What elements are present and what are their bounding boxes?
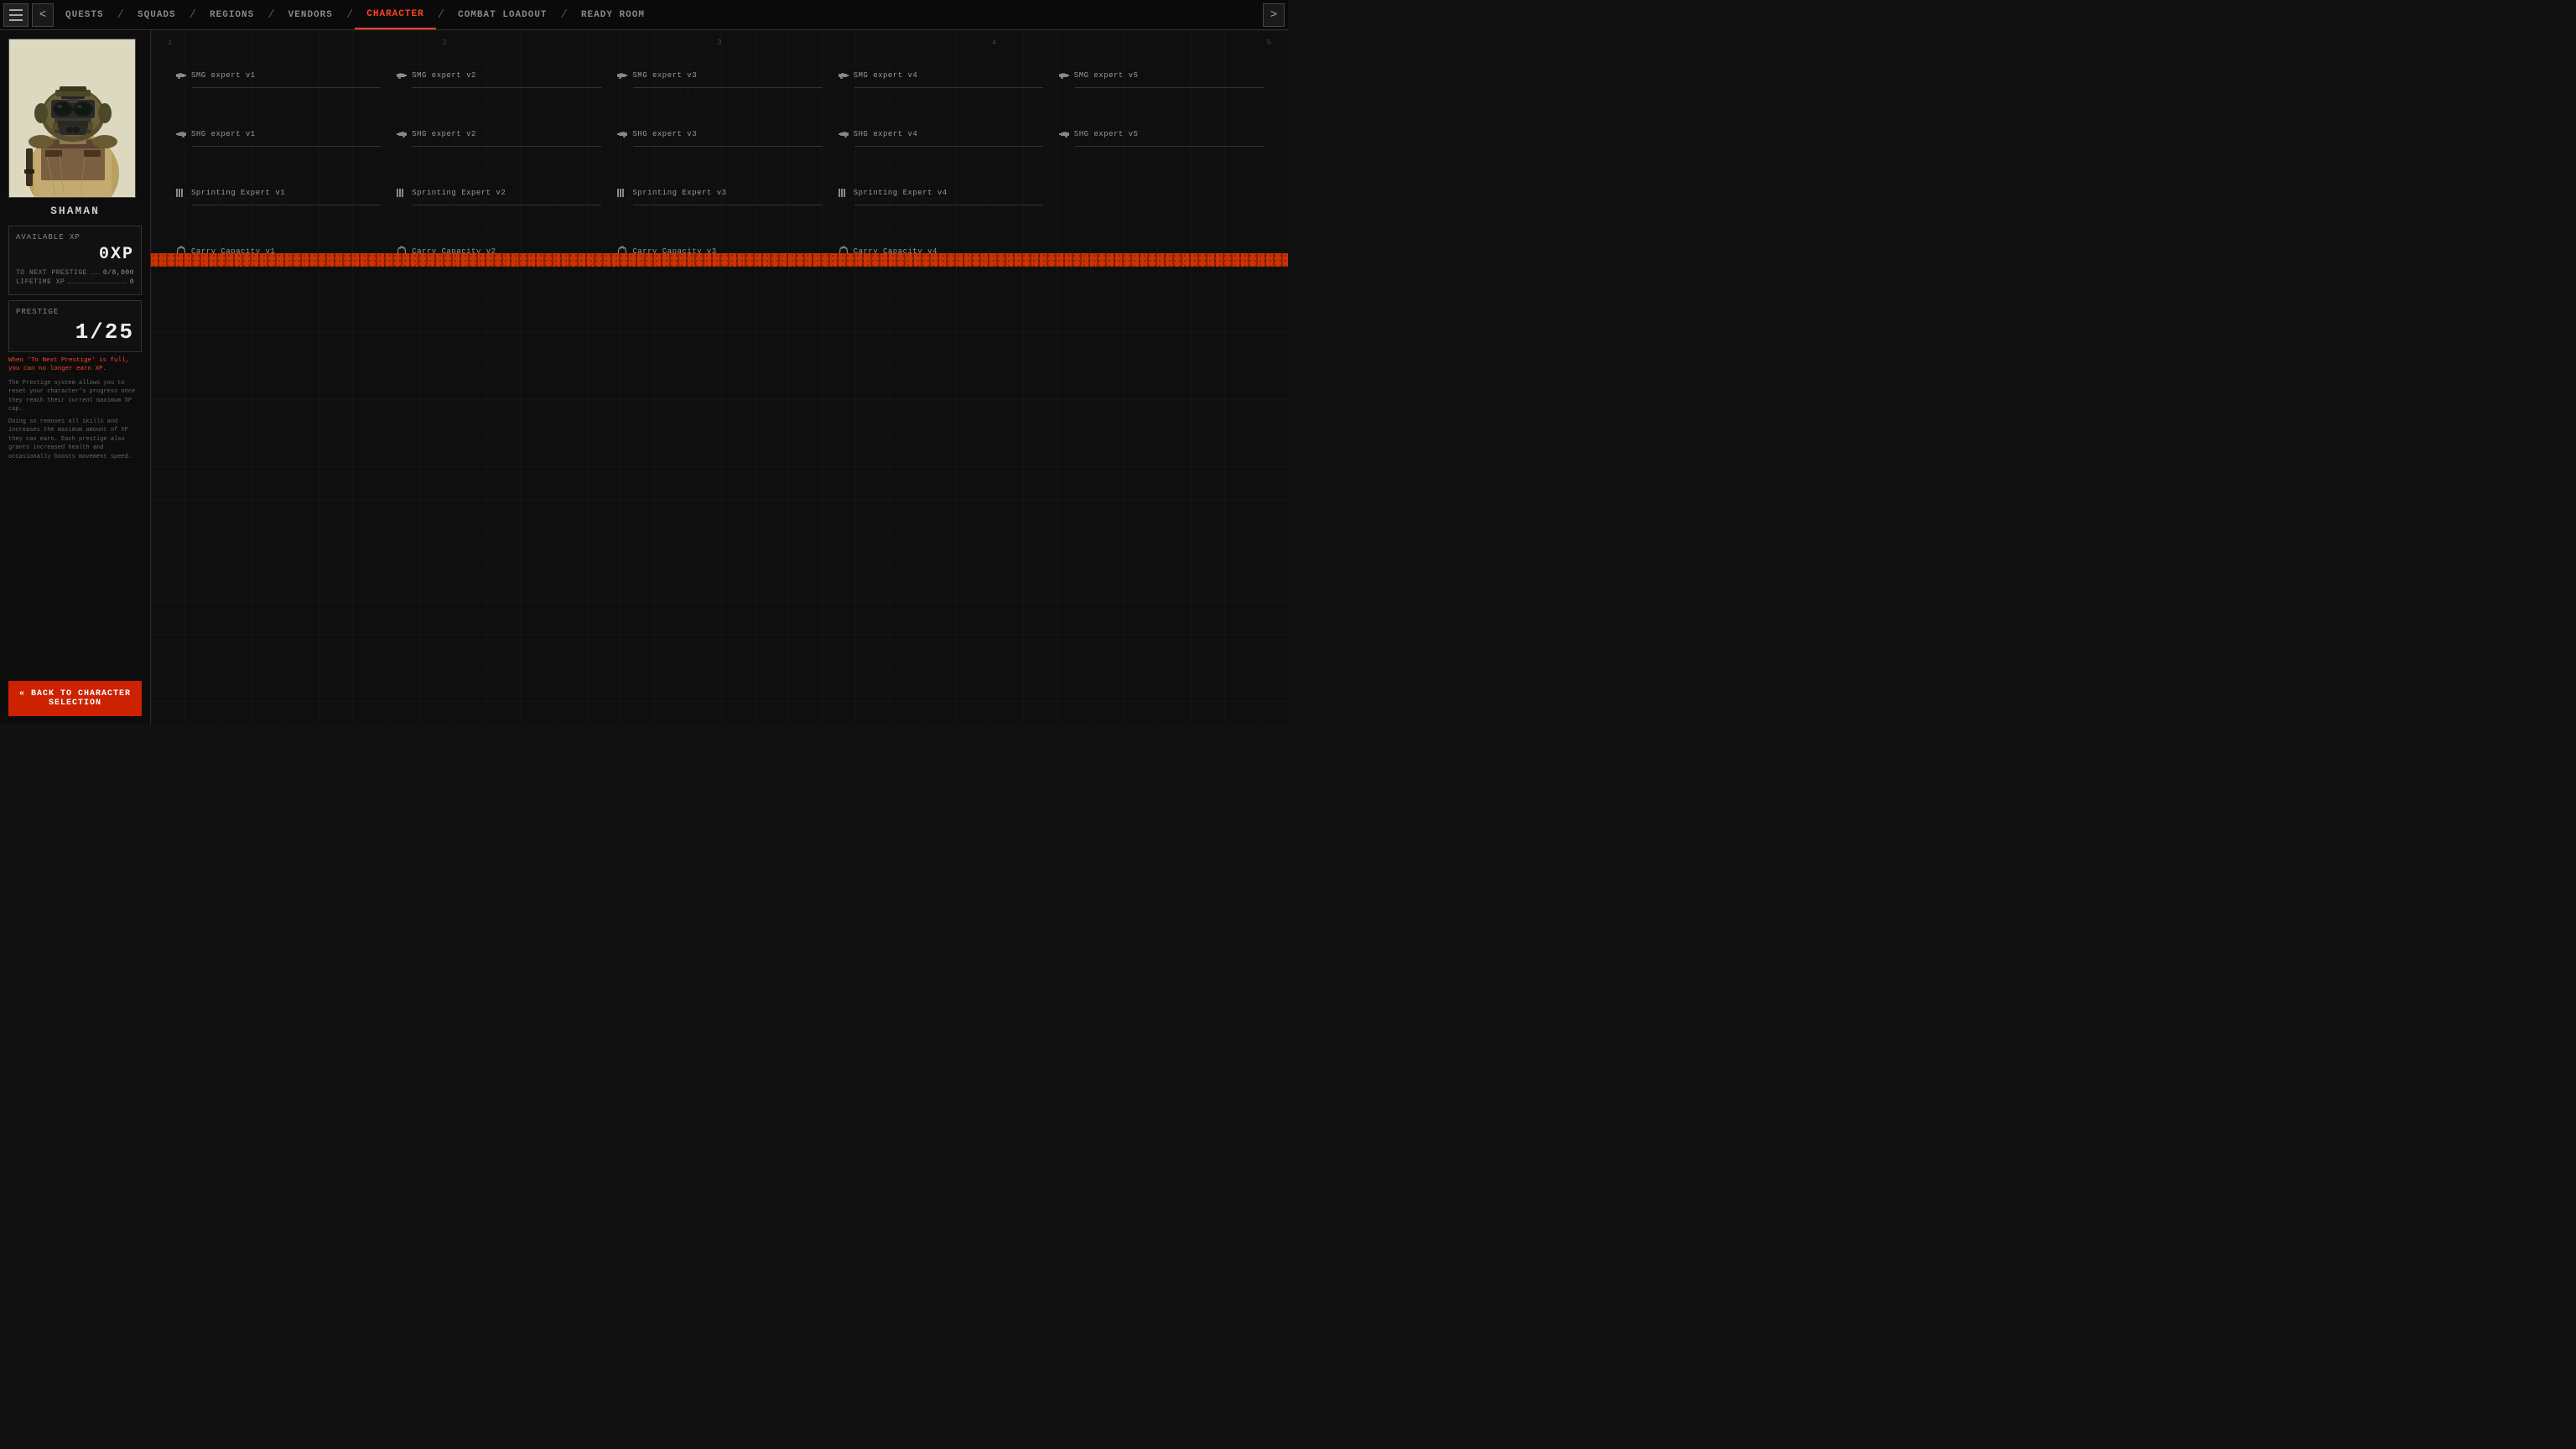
- nav-item-combat-loadout[interactable]: COMBAT LOADOUT: [446, 0, 558, 29]
- shg-icon: [175, 128, 187, 140]
- sprinting-expert-row: Sprinting Expert v1 Sprinting: [168, 173, 1271, 211]
- nav-separator: /: [438, 8, 444, 22]
- sprint-icon: [616, 187, 628, 199]
- nav-separator: /: [190, 8, 196, 22]
- skill-sprint-v4-label: Sprinting Expert v4: [854, 189, 948, 197]
- skill-smg-v2[interactable]: SMG expert v2: [388, 55, 609, 94]
- skill-shg-v1[interactable]: SHG expert v1: [168, 114, 388, 153]
- portrait-svg: [9, 39, 136, 198]
- smg-icon: [616, 70, 628, 81]
- skill-shg-v1-label: SHG expert v1: [191, 130, 256, 138]
- shg-icon: [616, 128, 628, 140]
- main-layout: SHAMAN AVAILABLE XP 0XP TO NEXT PRESTIGE…: [0, 30, 1288, 724]
- smg-icon: [1058, 70, 1070, 81]
- skill-smg-v4-label: SMG expert v4: [854, 71, 918, 80]
- character-portrait: [8, 39, 136, 198]
- skill-sprint-v1[interactable]: Sprinting Expert v1: [168, 173, 388, 211]
- xp-to-next-prestige-row: TO NEXT PRESTIGE 0/8,000: [16, 269, 134, 277]
- smg-expert-row: SMG expert v1 SMG expert v2: [168, 55, 1271, 94]
- back-to-character-selection-button[interactable]: « BACK TO CHARACTER SELECTION: [8, 681, 142, 716]
- nav-item-ready-room[interactable]: READY ROOM: [569, 0, 657, 29]
- sprint-icon: [396, 187, 408, 199]
- skill-smg-v2-label: SMG expert v2: [412, 71, 476, 80]
- nav-separator: /: [346, 8, 353, 22]
- sprint-icon: [175, 187, 187, 199]
- xp-section: AVAILABLE XP 0XP TO NEXT PRESTIGE 0/8,00…: [8, 226, 142, 295]
- shg-icon: [396, 128, 408, 140]
- skill-shg-v3-label: SHG expert v3: [632, 130, 697, 138]
- nav-separator: /: [561, 8, 568, 22]
- skill-shg-v5[interactable]: SHG expert v5: [1051, 114, 1271, 153]
- smg-icon: [396, 70, 408, 81]
- nav-item-squads[interactable]: SQUADS: [126, 0, 188, 29]
- nav-item-quests[interactable]: QUESTS: [54, 0, 116, 29]
- nav-item-vendors[interactable]: VENDORS: [277, 0, 345, 29]
- xp-label: AVAILABLE XP: [16, 233, 134, 242]
- skill-smg-v1-label: SMG expert v1: [191, 71, 256, 80]
- skill-sprint-v3-label: Sprinting Expert v3: [632, 189, 726, 197]
- nav-items: QUESTS / SQUADS / REGIONS / VENDORS / CH…: [54, 0, 1263, 29]
- nav-item-regions[interactable]: REGIONS: [198, 0, 266, 29]
- skill-shg-v4[interactable]: SHG expert v4: [830, 114, 1051, 153]
- xp-lifetime-row: LIFETIME XP 0: [16, 278, 134, 286]
- character-name: SHAMAN: [8, 205, 142, 217]
- shg-expert-row: SHG expert v1 SHG expert v2: [168, 114, 1271, 153]
- skill-shg-v2[interactable]: SHG expert v2: [388, 114, 609, 153]
- prestige-warning: When 'To Next Prestige' is full, you can…: [8, 357, 142, 374]
- prestige-value: 1/25: [16, 319, 134, 345]
- skill-smg-v3[interactable]: SMG expert v3: [609, 55, 829, 94]
- smg-icon: [175, 70, 187, 81]
- shg-icon: [1058, 128, 1070, 140]
- shg-icon: [838, 128, 849, 140]
- skill-sprint-v3[interactable]: Sprinting Expert v3: [609, 173, 829, 211]
- skill-shg-v3[interactable]: SHG expert v3: [609, 114, 829, 153]
- prestige-desc1: The Prestige system allows you to reset …: [8, 379, 142, 414]
- top-navigation: < QUESTS / SQUADS / REGIONS / VENDORS / …: [0, 0, 1288, 30]
- skill-sprint-v4[interactable]: Sprinting Expert v4: [830, 173, 1051, 211]
- skill-sprint-v2[interactable]: Sprinting Expert v2: [388, 173, 609, 211]
- nav-next-arrow[interactable]: >: [1263, 3, 1285, 27]
- skill-smg-v3-label: SMG expert v3: [632, 71, 697, 80]
- left-panel: SHAMAN AVAILABLE XP 0XP TO NEXT PRESTIGE…: [0, 30, 151, 724]
- prestige-section: PRESTIGE 1/25: [8, 300, 142, 352]
- skill-smg-v4[interactable]: SMG expert v4: [830, 55, 1051, 94]
- skills-content: 1 2 3 4 5 SMG expert v1: [151, 30, 1288, 285]
- skill-sprint-v2-label: Sprinting Expert v2: [412, 189, 506, 197]
- nav-prev-arrow[interactable]: <: [32, 3, 54, 27]
- progress-indicators: 1 2 3 4 5: [168, 39, 1271, 55]
- nav-item-character[interactable]: CHARACTER: [355, 0, 435, 29]
- skill-smg-v5-label: SMG expert v5: [1074, 71, 1139, 80]
- skill-smg-v1[interactable]: SMG expert v1: [168, 55, 388, 94]
- skill-sprint-empty: [1051, 173, 1271, 211]
- skill-shg-v4-label: SHG expert v4: [854, 130, 918, 138]
- xp-value: 0XP: [16, 245, 134, 264]
- smg-icon: [838, 70, 849, 81]
- sprint-icon: [838, 187, 849, 199]
- prestige-label: PRESTIGE: [16, 308, 134, 316]
- menu-button[interactable]: [3, 3, 29, 27]
- right-panel: 1 2 3 4 5 SMG expert v1: [151, 30, 1288, 724]
- skill-sprint-v1-label: Sprinting Expert v1: [191, 189, 285, 197]
- skill-smg-v5[interactable]: SMG expert v5: [1051, 55, 1271, 94]
- nav-separator: /: [117, 8, 124, 22]
- nav-separator: /: [267, 8, 274, 22]
- xp-progress-bar-container: [151, 253, 1288, 267]
- xp-progress-bar-fill: [151, 253, 1288, 267]
- prestige-desc2: Doing so removes all skills and increase…: [8, 418, 142, 462]
- skill-shg-v2-label: SHG expert v2: [412, 130, 476, 138]
- skill-shg-v5-label: SHG expert v5: [1074, 130, 1139, 138]
